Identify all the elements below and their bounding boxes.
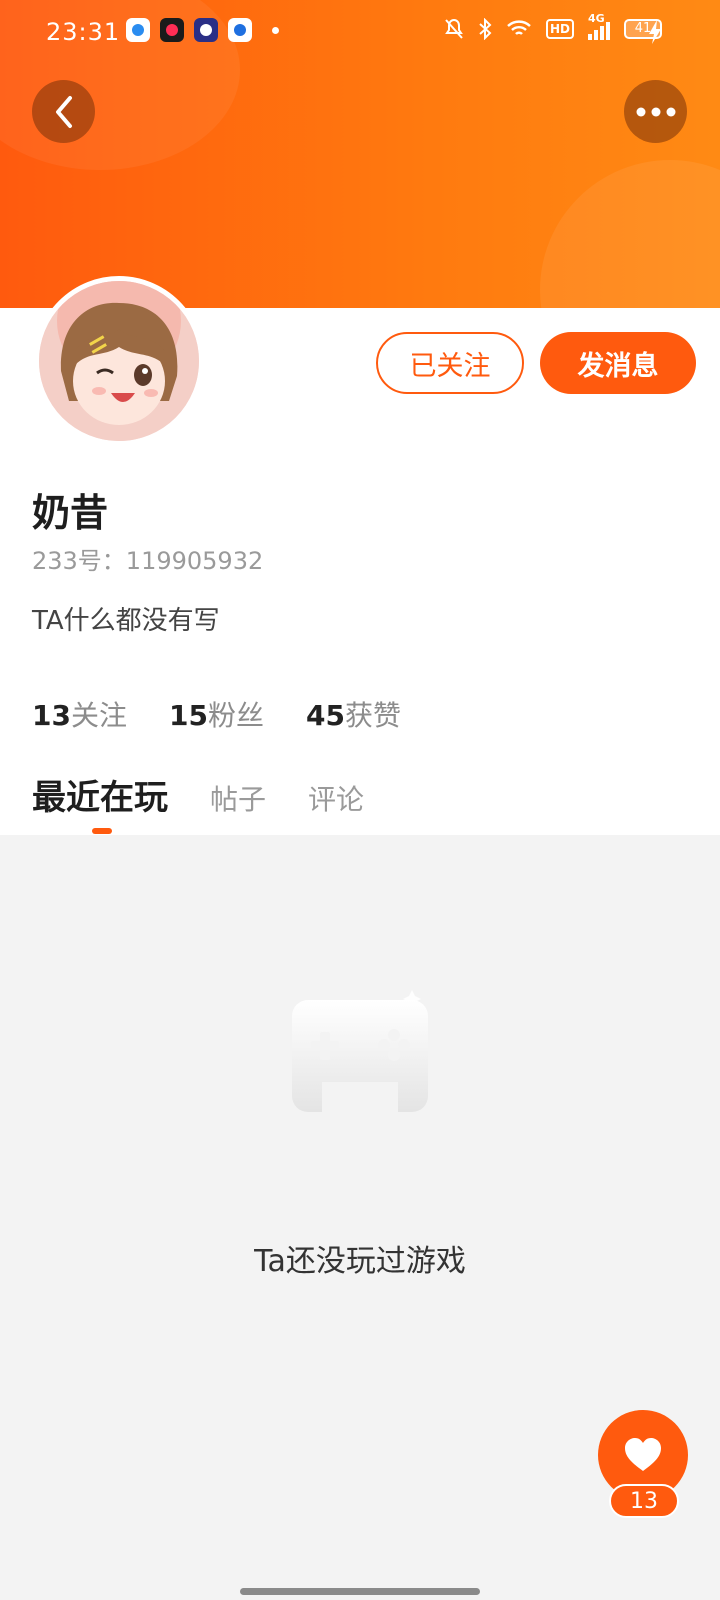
gamepad-icon (292, 990, 428, 1120)
tab-comments[interactable]: 评论 (308, 778, 364, 818)
wifi-icon (507, 20, 531, 35)
tab-posts[interactable]: 帖子 (210, 778, 266, 818)
more-button[interactable] (624, 80, 687, 143)
more-dots-icon (636, 107, 675, 116)
likes-label: 获赞 (344, 699, 401, 732)
app-notification-icon (194, 18, 218, 42)
likes-stat[interactable]: 45 获赞 (306, 694, 401, 734)
back-button[interactable] (32, 80, 95, 143)
following-count: 13 (32, 699, 71, 732)
user-bio: TA什么都没有写 (32, 606, 220, 636)
avatar[interactable] (34, 276, 204, 446)
following-stat[interactable]: 13 关注 (32, 694, 127, 734)
following-label: 关注 (70, 699, 127, 732)
more-notifications-dot (272, 26, 279, 34)
status-time: 23:31 (46, 18, 121, 46)
fans-label: 粉丝 (207, 699, 264, 732)
fans-count: 15 (168, 699, 208, 732)
user-stats: 13 关注 15 粉丝 45 获赞 (32, 694, 401, 734)
user-nickname: 奶昔 (32, 491, 109, 535)
app-notification-icon (126, 18, 150, 42)
tab-recently-played[interactable]: 最近在玩 (32, 770, 168, 819)
fans-stat[interactable]: 15 粉丝 (169, 694, 264, 734)
banner-decoration (540, 160, 720, 308)
chevron-left-icon (55, 95, 72, 128)
tab-indicator (92, 828, 112, 834)
followed-button[interactable]: 已关注 (376, 332, 524, 394)
bluetooth-icon (479, 18, 492, 40)
empty-state-text: Ta还没玩过游戏 (254, 1244, 466, 1279)
avatar-image (39, 281, 199, 441)
notification-icons (126, 18, 279, 42)
heart-icon (625, 1438, 661, 1471)
app-notification-icon (228, 18, 252, 42)
hd-badge: HD (545, 19, 574, 39)
send-message-button[interactable]: 发消息 (540, 332, 696, 394)
system-icons: HD 4G 41 (444, 12, 662, 40)
signal-icon: 4G (588, 12, 610, 40)
bell-muted-icon (445, 18, 463, 39)
profile-tabs: 最近在玩 帖子 评论 (32, 770, 364, 819)
like-count-badge: 13 (609, 1484, 679, 1518)
network-type: 4G (588, 12, 605, 25)
user-id: 233号：119905932 (32, 547, 264, 575)
likes-count: 45 (305, 699, 345, 732)
charging-bolt-icon (649, 20, 661, 44)
home-indicator[interactable] (240, 1588, 480, 1595)
status-bar: 23:31 HD 4G 41 (0, 0, 720, 64)
tiktok-notification-icon (160, 18, 184, 42)
